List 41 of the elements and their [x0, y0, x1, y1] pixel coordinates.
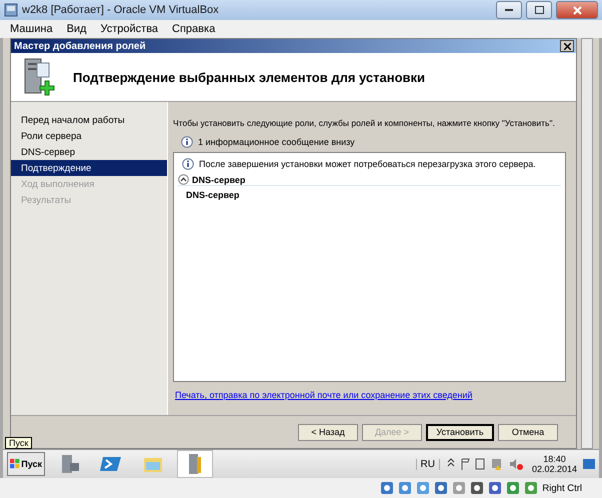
section-title: DNS-сервер [192, 174, 246, 184]
step-item[interactable]: Перед началом работы [11, 112, 167, 128]
menu-item[interactable]: Вид [60, 23, 92, 35]
dialog-button[interactable]: < Назад [298, 424, 358, 440]
info-summary: 1 информационное сообщение внизу [198, 137, 355, 147]
step-item[interactable]: Роли сервера [11, 128, 167, 144]
dialog-button[interactable]: Отмена [498, 424, 558, 440]
close-icon [572, 6, 582, 14]
close-button[interactable] [560, 40, 574, 52]
minimize-button[interactable] [496, 1, 522, 19]
host-key-label: Right Ctrl [542, 482, 582, 494]
info-icon [182, 158, 194, 170]
close-icon [564, 42, 570, 50]
page-heading: Подтверждение выбранных элементов для установки [73, 70, 426, 84]
menu-item[interactable]: Машина [4, 23, 59, 35]
maximize-button[interactable] [526, 1, 552, 19]
step-item[interactable]: Подтверждение [11, 160, 167, 176]
server-add-icon [23, 57, 57, 97]
clock-date[interactable]: 02.02.2014 [532, 464, 577, 474]
maximize-icon [534, 6, 544, 14]
dialog-button[interactable]: Установить [426, 424, 494, 440]
start-button[interactable]: Пуск [7, 452, 45, 476]
language-indicator[interactable]: RU [416, 458, 440, 470]
step-item[interactable]: DNS-сервер [11, 144, 167, 160]
tooltip: Пуск [5, 437, 32, 449]
windows-logo-icon [10, 458, 20, 470]
menu-item[interactable]: Справка [166, 23, 222, 35]
window-title: w2k8 [Работает] - Oracle VM VirtualBox [22, 4, 220, 16]
app-icon [4, 3, 18, 17]
collapse-icon[interactable] [178, 174, 189, 185]
section-item: DNS-сервер [185, 190, 240, 200]
clock-time[interactable]: 18:40 [543, 454, 566, 464]
scrollbar[interactable] [581, 38, 593, 449]
print-link[interactable]: Печать, отправка по электронной почте или сохранение этих сведений [175, 390, 576, 400]
info-message: После завершения установки может потребоваться перезагрузка этого сервера. [199, 159, 536, 169]
menu-item[interactable]: Устройства [94, 23, 164, 35]
tray-icons-drawing[interactable] [446, 457, 526, 471]
intro-text: Чтобы установить следующие роли, службы ролей и компоненты, нажмите кнопку "Установить". [173, 118, 555, 128]
dialog-title: Мастер добавления ролей [14, 40, 146, 52]
info-icon [181, 136, 193, 148]
minimize-icon [505, 8, 513, 12]
